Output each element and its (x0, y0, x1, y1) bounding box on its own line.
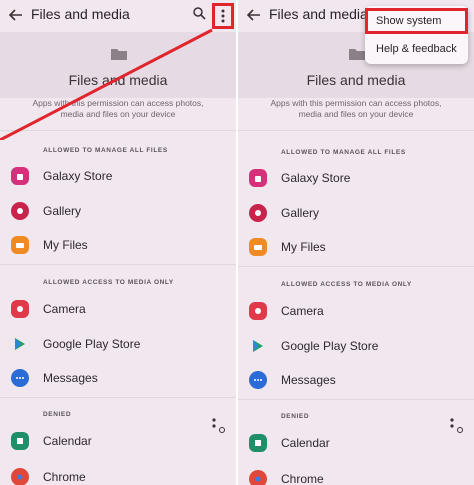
divider (238, 399, 474, 400)
list-item-label: Google Play Store (43, 337, 141, 351)
list-item[interactable]: Messages (0, 363, 236, 393)
list-item[interactable]: Gallery (0, 196, 236, 226)
back-arrow-icon[interactable] (8, 7, 24, 23)
list-item[interactable]: Camera (0, 294, 236, 324)
camera-icon (11, 300, 29, 318)
list-item-label: Galaxy Store (281, 171, 351, 185)
list-item[interactable]: My Files (0, 230, 236, 260)
gallery-icon (11, 202, 29, 220)
divider (0, 130, 236, 131)
calendar-icon (11, 432, 29, 450)
list-item-label: Gallery (281, 206, 320, 220)
list-item[interactable]: Chrome (0, 462, 236, 485)
list-item-label: Galaxy Store (43, 169, 113, 183)
app-bar: Files and media (0, 0, 236, 32)
header-banner: Files and media (0, 32, 236, 98)
more-options-button[interactable] (212, 3, 234, 29)
section-label-media-only: ALLOWED ACCESS TO MEDIA ONLY (43, 279, 174, 286)
section-label-manage-all: ALLOWED TO MANAGE ALL FILES (281, 149, 406, 156)
folder-icon (111, 49, 127, 60)
screen-right: Files and media Files and media Apps wit… (238, 0, 474, 485)
more-vert-icon (221, 9, 225, 23)
list-item[interactable]: Google Play Store (238, 331, 474, 361)
my-files-icon (249, 238, 267, 256)
divider (238, 266, 474, 267)
list-item-label: Calendar (281, 436, 330, 450)
gallery-icon (249, 204, 267, 222)
list-item[interactable]: Galaxy Store (238, 163, 474, 193)
list-item[interactable]: Calendar (238, 428, 474, 458)
messages-icon (11, 369, 29, 387)
list-item[interactable]: Messages (238, 365, 474, 395)
google-play-store-icon (249, 337, 267, 355)
screen-left: Files and media Files and media Apps wit… (0, 0, 236, 485)
drag-dots-icon (212, 418, 225, 433)
page-title: Files and media (31, 6, 130, 22)
menu-item-help-feedback[interactable]: Help & feedback (365, 36, 468, 62)
calendar-icon (249, 434, 267, 452)
list-item-label: My Files (281, 240, 326, 254)
list-item[interactable]: Calendar (0, 426, 236, 456)
divider (0, 397, 236, 398)
section-label-manage-all: ALLOWED TO MANAGE ALL FILES (43, 147, 168, 154)
header-title: Files and media (306, 72, 406, 88)
search-icon[interactable] (192, 6, 206, 20)
back-arrow-icon[interactable] (246, 7, 262, 23)
list-item-label: Chrome (281, 472, 324, 485)
list-item-label: Camera (281, 304, 324, 318)
drag-dots-icon (450, 418, 463, 433)
permission-description: Apps with this permission can access pho… (270, 98, 442, 119)
list-item-label: Gallery (43, 204, 82, 218)
overflow-menu: Show system Help & feedback (365, 6, 468, 64)
section-label-denied: DENIED (281, 413, 310, 420)
list-item[interactable]: Camera (238, 296, 474, 326)
chrome-icon (249, 470, 267, 485)
galaxy-store-icon (11, 167, 29, 185)
list-item[interactable]: Gallery (238, 198, 474, 228)
list-item-label: Messages (43, 371, 98, 385)
chrome-icon (11, 468, 29, 485)
menu-item-show-system[interactable]: Show system (365, 8, 468, 34)
messages-icon (249, 371, 267, 389)
google-play-store-icon (11, 335, 29, 353)
list-item[interactable]: Google Play Store (0, 329, 236, 359)
section-label-media-only: ALLOWED ACCESS TO MEDIA ONLY (281, 281, 412, 288)
folder-icon (349, 49, 365, 60)
divider (238, 130, 474, 131)
list-item-label: My Files (43, 238, 88, 252)
page-title: Files and media (269, 6, 368, 22)
permission-description: Apps with this permission can access pho… (32, 98, 204, 119)
list-item-label: Camera (43, 302, 86, 316)
my-files-icon (11, 236, 29, 254)
list-item[interactable]: Galaxy Store (0, 161, 236, 191)
camera-icon (249, 302, 267, 320)
list-item-label: Google Play Store (281, 339, 379, 353)
list-item[interactable]: My Files (238, 232, 474, 262)
list-item[interactable]: Chrome (238, 464, 474, 485)
list-item-label: Messages (281, 373, 336, 387)
header-title: Files and media (68, 72, 168, 88)
galaxy-store-icon (249, 169, 267, 187)
list-item-label: Chrome (43, 470, 86, 484)
list-item-label: Calendar (43, 434, 92, 448)
section-label-denied: DENIED (43, 411, 72, 418)
divider (0, 264, 236, 265)
